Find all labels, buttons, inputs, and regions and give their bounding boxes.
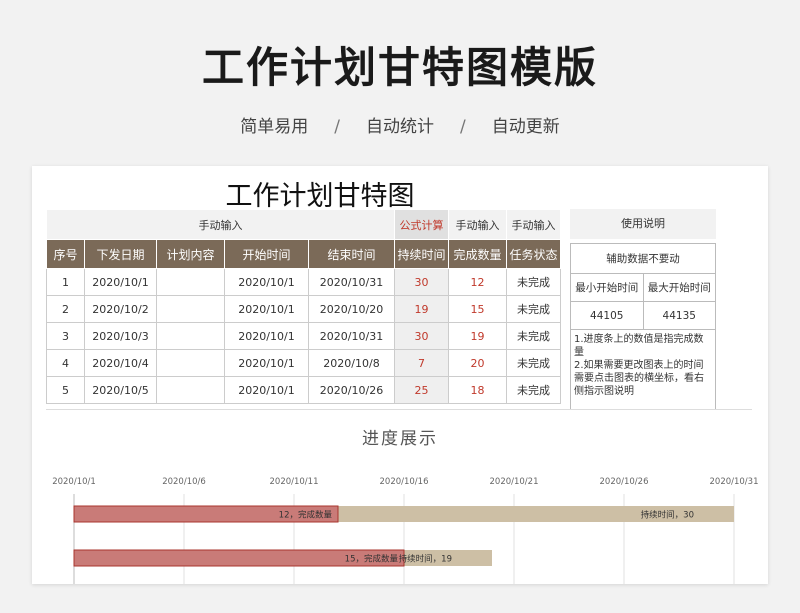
cell-issue-date[interactable]: 2020/10/2 bbox=[84, 295, 157, 323]
cell-no[interactable]: 1 bbox=[46, 268, 85, 296]
group-header-row: 手动输入 公式计算 手动输入 手动输入 bbox=[46, 209, 561, 240]
cell-start[interactable]: 2020/10/1 bbox=[224, 376, 309, 404]
column-header-row: 序号 下发日期 计划内容 开始时间 结束时间 持续时间 完成数量 任务状态 bbox=[46, 239, 561, 269]
cell-no[interactable]: 5 bbox=[46, 376, 85, 404]
cell-issue-date[interactable]: 2020/10/4 bbox=[84, 349, 157, 377]
usage-label: 使用说明 bbox=[570, 209, 716, 239]
cell-status[interactable]: 未完成 bbox=[506, 295, 561, 323]
aux-min-label: 最小开始时间 bbox=[570, 273, 644, 302]
cell-end[interactable]: 2020/10/31 bbox=[308, 322, 395, 350]
gantt-title: 进度展示 bbox=[362, 429, 438, 449]
table-row: 1 2020/10/1 2020/10/1 2020/10/31 30 12 未… bbox=[46, 268, 561, 296]
col-header-status[interactable]: 任务状态 bbox=[506, 239, 561, 269]
cell-issue-date[interactable]: 2020/10/3 bbox=[84, 322, 157, 350]
hero-features: 简单易用 / 自动统计 / 自动更新 bbox=[0, 112, 800, 137]
aux-title: 辅助数据不要动 bbox=[570, 243, 716, 274]
x-tick-label: 2020/10/6 bbox=[162, 477, 206, 487]
cell-content[interactable] bbox=[156, 376, 225, 404]
cell-end[interactable]: 2020/10/26 bbox=[308, 376, 395, 404]
task-table: 手动输入 公式计算 手动输入 手动输入 序号 下发日期 计划内容 开始时间 结束… bbox=[46, 209, 561, 404]
sheet-title: 工作计划甘特图 bbox=[225, 181, 415, 212]
aux-table: 辅助数据不要动 最小开始时间 最大开始时间 44105 44135 bbox=[570, 243, 716, 330]
aux-max-value[interactable]: 44135 bbox=[642, 301, 716, 330]
cell-issue-date[interactable]: 2020/10/1 bbox=[84, 268, 157, 296]
cell-content[interactable] bbox=[156, 295, 225, 323]
cell-content[interactable] bbox=[156, 349, 225, 377]
col-header-end[interactable]: 结束时间 bbox=[308, 239, 395, 269]
duration-data-label: 持续时间，30 bbox=[641, 510, 694, 521]
feature-separator: / bbox=[460, 117, 466, 137]
gantt-chart[interactable]: 2020/10/1 2020/10/6 2020/10/11 2020/10/16 20… bbox=[32, 466, 768, 584]
col-header-start[interactable]: 开始时间 bbox=[224, 239, 309, 269]
hero-title: 工作计划甘特图模版 bbox=[201, 43, 598, 92]
table-row: 3 2020/10/3 2020/10/1 2020/10/31 30 19 未… bbox=[46, 322, 561, 350]
feature-auto-update: 自动更新 bbox=[491, 117, 560, 137]
feature-separator: / bbox=[334, 117, 340, 137]
cell-no[interactable]: 3 bbox=[46, 322, 85, 350]
group-manual-input-2: 手动输入 bbox=[448, 209, 507, 240]
cell-end[interactable]: 2020/10/8 bbox=[308, 349, 395, 377]
cell-content[interactable] bbox=[156, 322, 225, 350]
col-header-content[interactable]: 计划内容 bbox=[156, 239, 225, 269]
col-header-done[interactable]: 完成数量 bbox=[448, 239, 507, 269]
group-manual-input-3: 手动输入 bbox=[506, 209, 561, 240]
cell-status[interactable]: 未完成 bbox=[506, 268, 561, 296]
col-header-issue-date[interactable]: 下发日期 bbox=[84, 239, 157, 269]
cell-duration[interactable]: 30 bbox=[394, 322, 449, 350]
table-row: 4 2020/10/4 2020/10/1 2020/10/8 7 20 未完成 bbox=[46, 349, 561, 377]
aux-max-label: 最大开始时间 bbox=[642, 273, 716, 302]
cell-start[interactable]: 2020/10/1 bbox=[224, 268, 309, 296]
table-row: 5 2020/10/5 2020/10/1 2020/10/26 25 18 未… bbox=[46, 376, 561, 404]
cell-duration[interactable]: 19 bbox=[394, 295, 449, 323]
cell-done[interactable]: 19 bbox=[448, 322, 507, 350]
x-tick-label: 2020/10/26 bbox=[600, 477, 649, 487]
x-tick-label: 2020/10/11 bbox=[270, 477, 319, 487]
cell-status[interactable]: 未完成 bbox=[506, 322, 561, 350]
cell-done[interactable]: 20 bbox=[448, 349, 507, 377]
done-data-label: 15，完成数量 bbox=[345, 554, 399, 565]
col-header-duration[interactable]: 持续时间 bbox=[394, 239, 449, 269]
cell-start[interactable]: 2020/10/1 bbox=[224, 295, 309, 323]
cell-content[interactable] bbox=[156, 268, 225, 296]
aux-min-value[interactable]: 44105 bbox=[570, 301, 644, 330]
cell-start[interactable]: 2020/10/1 bbox=[224, 322, 309, 350]
cell-done[interactable]: 12 bbox=[448, 268, 507, 296]
note-2: 2.如果需要更改图表上的时间需要点击图表的横坐标，看右侧指示图说明 bbox=[574, 360, 704, 397]
cell-duration[interactable]: 25 bbox=[394, 376, 449, 404]
cell-end[interactable]: 2020/10/20 bbox=[308, 295, 395, 323]
feature-easy: 简单易用 bbox=[240, 117, 309, 137]
feature-auto-stats: 自动统计 bbox=[366, 117, 434, 137]
x-tick-label: 2020/10/1 bbox=[52, 477, 96, 487]
spreadsheet-card: 工作计划甘特图 手动输入 公式计算 手动输入 手动输入 序号 下发日期 计划内容… bbox=[32, 166, 768, 584]
cell-done[interactable]: 15 bbox=[448, 295, 507, 323]
col-header-no[interactable]: 序号 bbox=[46, 239, 85, 269]
duration-data-label: 持续时间，19 bbox=[399, 554, 452, 565]
cell-no[interactable]: 2 bbox=[46, 295, 85, 323]
cell-status[interactable]: 未完成 bbox=[506, 349, 561, 377]
helper-panel: 使用说明 辅助数据不要动 最小开始时间 最大开始时间 44105 44135 1… bbox=[570, 209, 716, 410]
cell-done[interactable]: 18 bbox=[448, 376, 507, 404]
cell-duration[interactable]: 30 bbox=[394, 268, 449, 296]
cell-issue-date[interactable]: 2020/10/5 bbox=[84, 376, 157, 404]
x-tick-label: 2020/10/21 bbox=[490, 477, 539, 487]
cell-duration[interactable]: 7 bbox=[394, 349, 449, 377]
cell-no[interactable]: 4 bbox=[46, 349, 85, 377]
group-formula: 公式计算 bbox=[394, 209, 449, 240]
note-1: 1.进度条上的数值是指完成数量 bbox=[574, 334, 704, 358]
cell-end[interactable]: 2020/10/31 bbox=[308, 268, 395, 296]
cell-start[interactable]: 2020/10/1 bbox=[224, 349, 309, 377]
section-divider bbox=[46, 409, 752, 410]
group-manual-input: 手动输入 bbox=[46, 209, 395, 240]
cell-status[interactable]: 未完成 bbox=[506, 376, 561, 404]
table-row: 2 2020/10/2 2020/10/1 2020/10/20 19 15 未… bbox=[46, 295, 561, 323]
done-data-label: 12，完成数量 bbox=[279, 510, 333, 521]
x-tick-label: 2020/10/31 bbox=[710, 477, 759, 487]
usage-notes: 1.进度条上的数值是指完成数量 2.如果需要更改图表上的时间需要点击图表的横坐标… bbox=[570, 330, 716, 410]
x-tick-label: 2020/10/16 bbox=[380, 477, 429, 487]
